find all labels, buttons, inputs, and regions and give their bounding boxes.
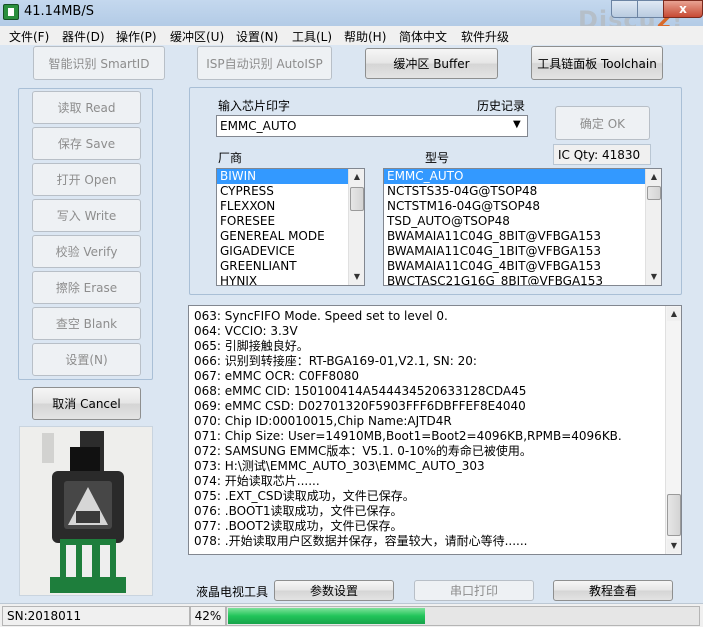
history-label: 历史记录: [477, 99, 526, 113]
toolchain-button[interactable]: 工具链面板 Toolchain: [531, 46, 663, 80]
log-line: 071: Chip Size: User=14910MB,Boot1=Boot2…: [194, 429, 622, 443]
erase-button[interactable]: 擦除 Erase: [32, 271, 141, 304]
list-item[interactable]: GENEREAL MODE: [217, 229, 364, 244]
log-line: 078: .开始读取用户区数据并保存，容量较大，请耐心等待......: [194, 534, 528, 548]
vendor-scrollbar[interactable]: ▲ ▼: [348, 169, 364, 285]
list-item[interactable]: BWAMAIA11C04G_1BIT@VFBGA153: [384, 244, 661, 259]
log-line: 074: 开始读取芯片......: [194, 474, 320, 488]
save-button[interactable]: 保存 Save: [32, 127, 141, 160]
verify-button[interactable]: 校验 Verify: [32, 235, 141, 268]
log-line: 073: H:\测试\EMMC_AUTO_303\EMMC_AUTO_303: [194, 459, 485, 473]
autoisp-button[interactable]: ISP自动识别 AutoISP: [197, 46, 332, 80]
menu-language[interactable]: 简体中文: [399, 28, 447, 45]
list-item[interactable]: NCTSTM16-04G@TSOP48: [384, 199, 661, 214]
scroll-thumb[interactable]: [350, 187, 364, 211]
list-item[interactable]: BWCTASC21G16G_8BIT@VFBGA153: [384, 274, 661, 285]
list-item[interactable]: BWAMAIA11C04G_8BIT@VFBGA153: [384, 229, 661, 244]
menu-device[interactable]: 器件(D): [62, 28, 105, 45]
menu-help[interactable]: 帮助(H): [344, 28, 386, 45]
title-bar: 41.14MB/S Discuz! x: [0, 0, 703, 34]
scroll-thumb[interactable]: [647, 186, 661, 200]
cancel-button[interactable]: 取消 Cancel: [32, 387, 141, 420]
menu-upgrade[interactable]: 软件升级: [461, 28, 509, 45]
menu-settings[interactable]: 设置(N): [236, 28, 278, 45]
smartid-button[interactable]: 智能识别 SmartID: [33, 46, 165, 80]
log-line: 072: SAMSUNG EMMC版本：V5.1. 0-10%的寿命已被使用。: [194, 444, 532, 458]
menu-buffer[interactable]: 缓冲区(U): [170, 28, 224, 45]
window-title: 41.14MB/S: [24, 4, 94, 19]
log-line: 076: .BOOT1读取成功，文件已保存。: [194, 504, 403, 518]
settings-button[interactable]: 设置(N): [32, 343, 141, 376]
read-button[interactable]: 读取 Read: [32, 91, 141, 124]
ok-button[interactable]: 确定 OK: [555, 106, 650, 140]
menu-file[interactable]: 文件(F): [9, 28, 49, 45]
log-line: 075: .EXT_CSD读取成功，文件已保存。: [194, 489, 415, 503]
scroll-up-icon[interactable]: ▲: [350, 170, 364, 184]
list-item[interactable]: GREENLIANT: [217, 259, 364, 274]
bga-socket-adapter-photo: [19, 426, 153, 596]
log-line: 067: eMMC OCR: C0FF8080: [194, 369, 360, 383]
log-scrollbar[interactable]: ▲ ▼: [665, 306, 681, 554]
list-item[interactable]: GIGADEVICE: [217, 244, 364, 259]
log-line: 068: eMMC CID: 150100414A544434520633128…: [194, 384, 527, 398]
log-line: 065: 引脚接触良好。: [194, 339, 309, 353]
params-button[interactable]: 参数设置: [274, 580, 394, 601]
model-list[interactable]: EMMC_AUTO NCTSTS35-04G@TSOP48 NCTSTM16-0…: [383, 168, 662, 286]
vendor-label: 厂商: [218, 151, 243, 165]
log-line: 077: .BOOT2读取成功，文件已保存。: [194, 519, 403, 533]
scroll-down-icon[interactable]: ▼: [667, 539, 681, 553]
buffer-button[interactable]: 缓冲区 Buffer: [365, 48, 498, 79]
blank-check-button[interactable]: 查空 Blank: [32, 307, 141, 340]
log-line: 066: 识别到转接座：RT-BGA169-01,V2.1, SN: 20:: [194, 354, 477, 368]
adapter-image-icon: [20, 427, 152, 595]
scroll-up-icon[interactable]: ▲: [647, 170, 661, 184]
list-item[interactable]: FLEXXON: [217, 199, 364, 214]
vendor-list[interactable]: BIWIN CYPRESS FLEXXON FORESEE GENEREAL M…: [216, 168, 365, 286]
list-item[interactable]: TSD_AUTO@TSOP48: [384, 214, 661, 229]
chip-select-value: EMMC_AUTO: [220, 119, 297, 133]
menu-tools[interactable]: 工具(L): [292, 28, 332, 45]
serial-print-button[interactable]: 串口打印: [414, 580, 534, 601]
status-bar: SN:2018011 42%: [0, 603, 703, 627]
list-item[interactable]: CYPRESS: [217, 184, 364, 199]
programmer-icon: [3, 4, 19, 20]
menu-operation[interactable]: 操作(P): [116, 28, 157, 45]
scroll-down-icon[interactable]: ▼: [350, 270, 364, 284]
model-label: 型号: [425, 151, 450, 165]
list-item[interactable]: BIWIN: [217, 169, 364, 184]
tutorial-button[interactable]: 教程查看: [553, 580, 673, 601]
chevron-down-icon: ▼: [513, 119, 521, 130]
log-line: 064: VCCIO: 3.3V: [194, 324, 298, 338]
menu-bar: 文件(F) 器件(D) 操作(P) 缓冲区(U) 设置(N) 工具(L) 帮助(…: [0, 26, 703, 45]
list-item[interactable]: EMMC_AUTO: [384, 169, 661, 184]
progress-fill: [228, 608, 425, 624]
chip-select[interactable]: EMMC_AUTO ▼: [216, 115, 528, 137]
lcd-tool-label: 液晶电视工具: [196, 585, 269, 599]
log-line: 070: Chip ID:00010015,Chip Name:AJTD4R: [194, 414, 452, 428]
scroll-up-icon[interactable]: ▲: [667, 307, 681, 321]
scroll-down-icon[interactable]: ▼: [647, 270, 661, 284]
serial-number: SN:2018011: [2, 606, 190, 626]
progress-bar: [226, 606, 700, 626]
list-item[interactable]: HYNIX: [217, 274, 364, 285]
open-button[interactable]: 打开 Open: [32, 163, 141, 196]
list-item[interactable]: FORESEE: [217, 214, 364, 229]
ic-quantity: IC Qty: 41830: [553, 144, 651, 165]
log-output[interactable]: 063: SyncFIFO Mode. Speed set to level 0…: [188, 305, 682, 555]
close-button[interactable]: x: [663, 0, 703, 18]
log-line: 069: eMMC CSD: D02701320F5903FFF6DBFFEF8…: [194, 399, 526, 413]
maximize-button[interactable]: [637, 0, 664, 18]
chip-input-label: 输入芯片印字: [218, 99, 291, 113]
list-item[interactable]: BWAMAIA11C04G_4BIT@VFBGA153: [384, 259, 661, 274]
scroll-thumb[interactable]: [667, 494, 681, 536]
write-button[interactable]: 写入 Write: [32, 199, 141, 232]
progress-percent: 42%: [190, 606, 226, 626]
model-scrollbar[interactable]: ▲ ▼: [645, 169, 661, 285]
minimize-button[interactable]: [611, 0, 638, 18]
list-item[interactable]: NCTSTS35-04G@TSOP48: [384, 184, 661, 199]
log-line: 063: SyncFIFO Mode. Speed set to level 0…: [194, 309, 448, 323]
